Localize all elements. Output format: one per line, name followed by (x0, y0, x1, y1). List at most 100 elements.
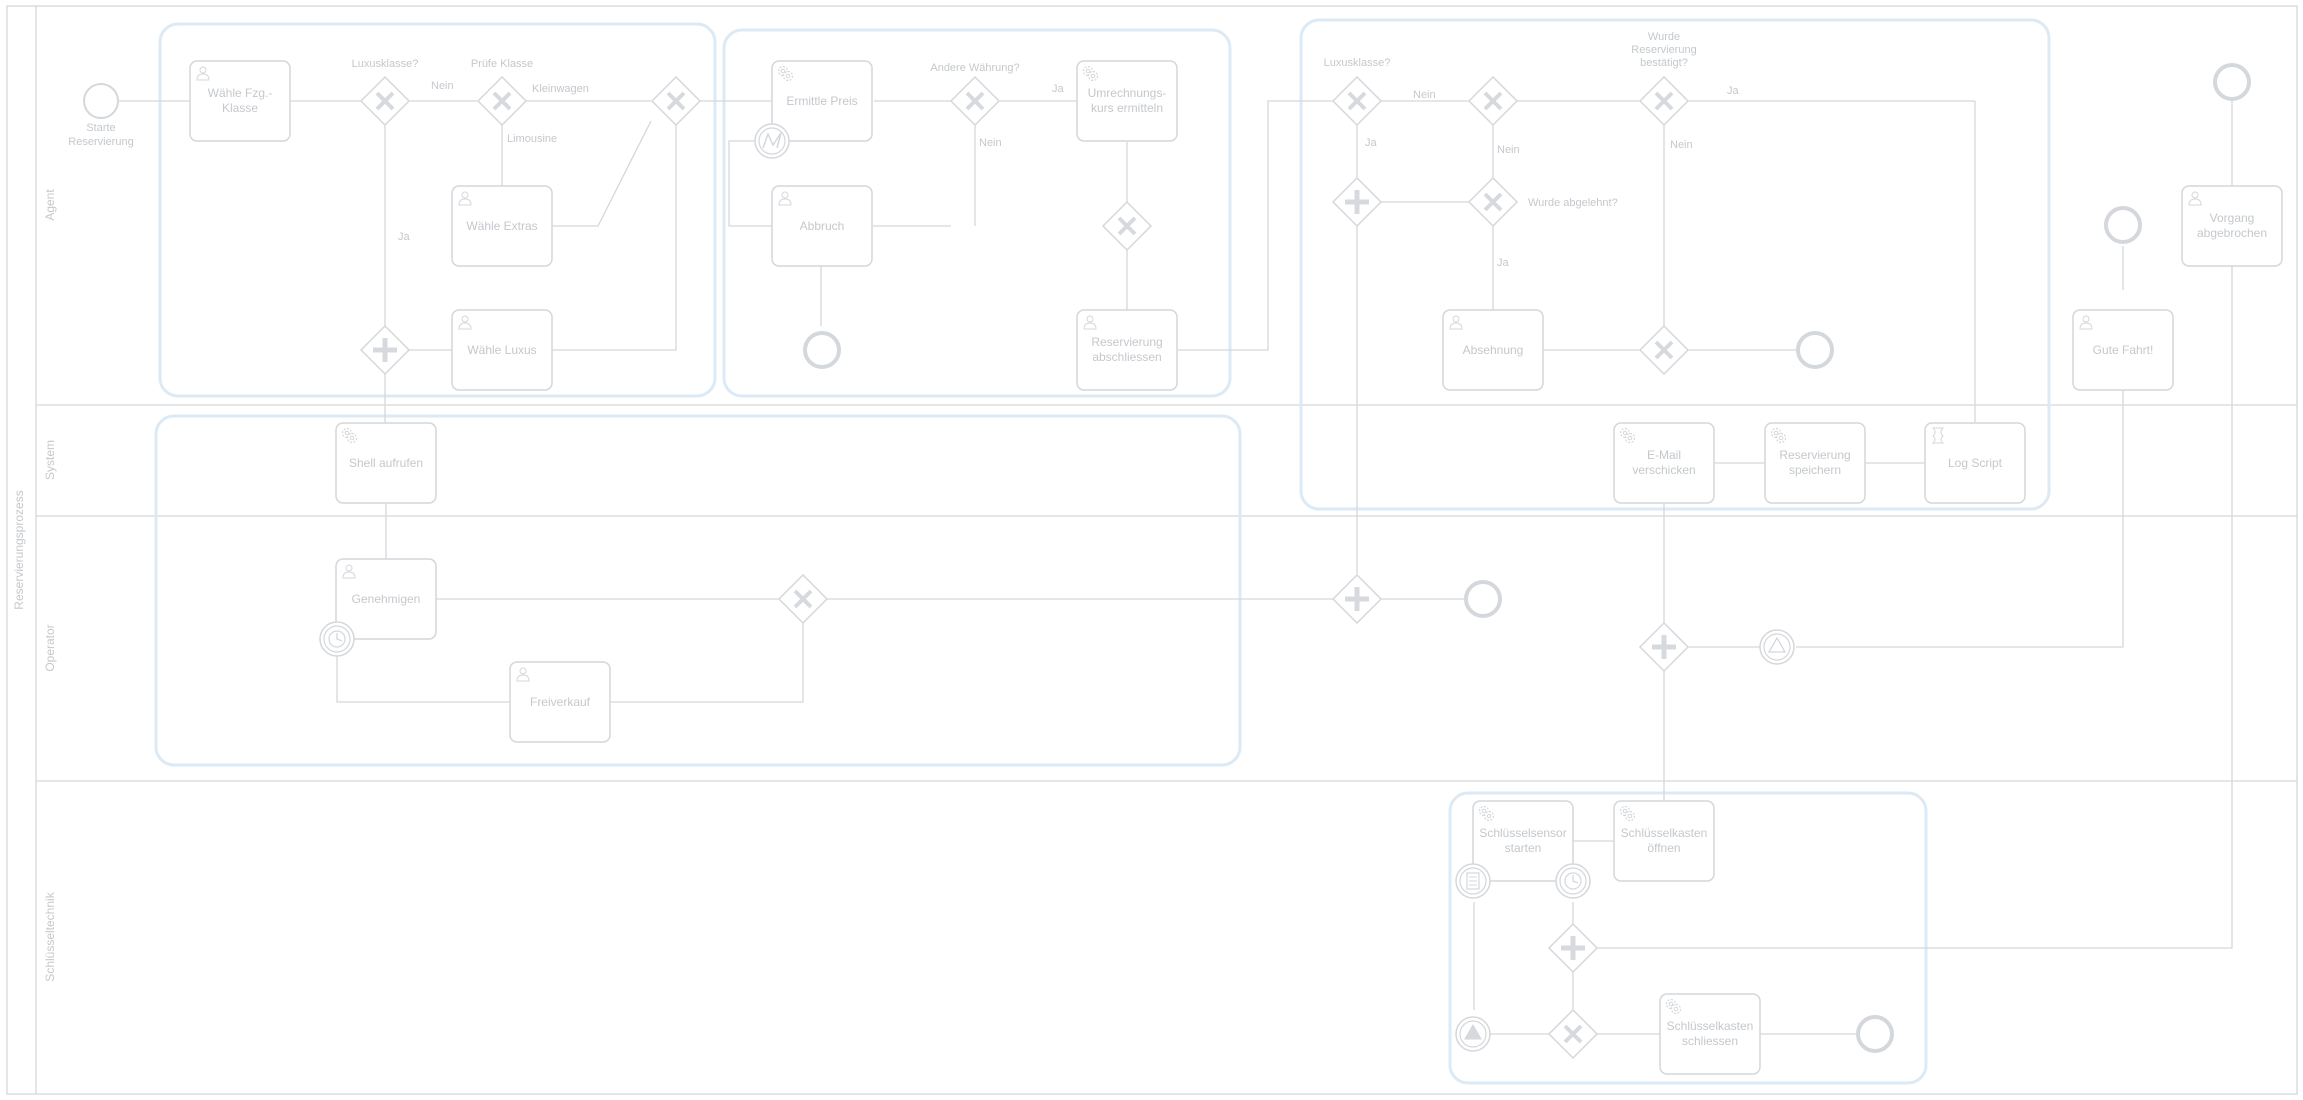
gateway-label: Luxusklasse? (1324, 57, 1391, 69)
task-label: Schlüsselsensor (1479, 826, 1566, 840)
groups (154, 18, 2051, 1085)
task-label: kurs ermitteln (1091, 101, 1163, 115)
gateway-xor-luxusklasse-2[interactable] (1331, 75, 1383, 127)
task-ermittle-preis[interactable]: Ermittle Preis (771, 60, 873, 142)
task-label: E-Mail (1647, 448, 1681, 462)
task-waehle-extras[interactable]: Wähle Extras (451, 185, 553, 267)
end-event-schluessel[interactable] (1856, 1015, 1894, 1053)
end-event-absehnung[interactable] (1796, 331, 1834, 369)
svg-text:Shell aufrufen: Shell aufrufen (349, 456, 423, 470)
gateway-xor-andere-waehrung[interactable] (949, 75, 1001, 127)
task-label: speichern (1789, 463, 1841, 477)
task-freiverkauf[interactable]: Freiverkauf (509, 661, 611, 743)
gateway-xor-schluessel[interactable] (1547, 1008, 1599, 1060)
flow-label: Nein (431, 80, 454, 92)
lane-label-agent: Agent (43, 189, 57, 221)
flow-label: Nein (1413, 89, 1436, 101)
boundary-event-timer-icon[interactable] (319, 621, 355, 657)
task-schluesselkasten-oeffnen[interactable]: Schlüsselkasten öffnen (1613, 800, 1715, 882)
lane-label-system: System (43, 440, 57, 480)
task-label: starten (1505, 841, 1542, 855)
gateway-xor-merge-4[interactable] (1638, 324, 1690, 376)
task-genehmigen[interactable]: Genehmigen (335, 558, 437, 640)
task-shell-aufrufen[interactable]: Shell aufrufen (335, 422, 437, 504)
events (83, 63, 2251, 1053)
gateway-and-email[interactable] (1638, 621, 1690, 673)
boundary-event-timer-icon[interactable] (1555, 863, 1591, 899)
flow-label: Limousine (507, 133, 557, 145)
end-event-gute-fahrt[interactable] (2104, 206, 2142, 244)
flow-label: Ja (1365, 137, 1378, 149)
task-email-verschicken[interactable]: E-Mail verschicken (1613, 422, 1715, 504)
gateway-xor-wurde-bestaetigt[interactable] (1638, 75, 1690, 127)
tasks: Wähle Fzg.-Klasse Wähle Extras Wähle Lux… (189, 60, 2283, 1075)
task-waehle-luxus[interactable]: Wähle Luxus (451, 309, 553, 391)
task-label: abgebrochen (2197, 226, 2267, 240)
svg-text:Abbruch: Abbruch (800, 219, 845, 233)
task-label: Schlüsselkasten (1621, 826, 1708, 840)
pool (6, 5, 2298, 1095)
task-label: Klasse (222, 101, 258, 115)
task-schluesselkasten-schliessen[interactable]: Schlüsselkasten schliessen (1659, 993, 1761, 1075)
task-reservierung-abschliessen[interactable]: Reservierung abschliessen (1076, 309, 1178, 391)
end-event-operator[interactable] (1464, 580, 1502, 618)
start-event[interactable] (83, 83, 119, 119)
gateway-xor-wurde-abgelehnt[interactable] (1467, 176, 1519, 228)
gateway-label: Wurde Reservierung bestätigt? (1631, 31, 1696, 69)
task-label: Wähle Extras (466, 219, 537, 233)
svg-text:Absehnung: Absehnung (1463, 343, 1524, 357)
gateway-label: Wurde abgelehnt? (1528, 197, 1618, 209)
start-event-label: Starte Reservierung (68, 122, 133, 148)
svg-text:Gute Fahrt!: Gute Fahrt! (2093, 343, 2154, 357)
task-log-script[interactable]: Log Script (1924, 422, 2026, 504)
task-label: Reservierung (1779, 448, 1850, 462)
task-label: Freiverkauf (530, 695, 591, 709)
svg-text:Reservierungspeichern: Reservierung speichern (1779, 448, 1850, 477)
task-label: Gute Fahrt! (2093, 343, 2154, 357)
task-schluesselsensor-starten[interactable]: Schlüsselsensor starten (1472, 800, 1574, 882)
gateway-xor-pruefe-klasse[interactable] (476, 75, 528, 127)
task-label: Wähle Fzg.- (208, 86, 273, 100)
gateway-and-operator[interactable] (1331, 573, 1383, 625)
gateway-label: Luxusklasse? (352, 58, 419, 70)
task-label: abschliessen (1092, 350, 1161, 364)
end-event-abbruch[interactable] (803, 331, 841, 369)
svg-text:Wähle Extras: Wähle Extras (466, 219, 537, 233)
gateway-xor-merge-3[interactable] (1467, 75, 1519, 127)
boundary-event-conditional-icon[interactable] (1455, 863, 1491, 899)
gateway-and-luxus-split[interactable] (1331, 176, 1383, 228)
svg-text:Wähle Luxus: Wähle Luxus (467, 343, 536, 357)
gateway-xor-merge-1[interactable] (650, 75, 702, 127)
task-vorgang-abgebrochen[interactable]: Vorgang abgebrochen (2181, 185, 2283, 267)
gateway-xor-luxusklasse-1[interactable] (359, 75, 411, 127)
intermediate-signal-event-icon[interactable] (1759, 629, 1795, 665)
task-absehnung[interactable]: Absehnung (1442, 309, 1544, 391)
gateway-xor-merge-2[interactable] (1101, 200, 1153, 252)
task-label: öffnen (1647, 841, 1680, 855)
flow-label: Ja (1727, 85, 1740, 97)
task-label: Absehnung (1463, 343, 1524, 357)
boundary-event-error-icon[interactable] (754, 123, 790, 159)
gateways (359, 75, 1690, 1060)
task-label: Log Script (1948, 456, 2003, 470)
task-label: Shell aufrufen (349, 456, 423, 470)
svg-text:Ermittle Preis: Ermittle Preis (786, 94, 857, 108)
task-label: Umrechnungs- (1088, 86, 1167, 100)
lane-label-operator: Operator (43, 624, 57, 671)
task-gute-fahrt[interactable]: Gute Fahrt! (2072, 309, 2174, 391)
gateway-and-luxus[interactable] (359, 324, 411, 376)
flow-label: Nein (979, 137, 1002, 149)
flow-label: Ja (1052, 83, 1065, 95)
task-reservierung-speichern[interactable]: Reservierung speichern (1764, 422, 1866, 504)
task-umrechnungskurs-ermitteln[interactable]: Umrechnungs-kurs ermitteln (1076, 60, 1178, 142)
task-label: Vorgang (2210, 211, 2255, 225)
gateway-and-schluessel[interactable] (1547, 922, 1599, 974)
flow-label: Ja (398, 231, 411, 243)
task-waehle-fzg-klasse[interactable]: Wähle Fzg.-Klasse (189, 60, 291, 142)
end-event-vorgang-abgebrochen[interactable] (2213, 63, 2251, 101)
task-label: Abbruch (800, 219, 845, 233)
svg-text:Log Script: Log Script (1948, 456, 2003, 470)
task-abbruch[interactable]: Abbruch (771, 185, 873, 267)
gateway-xor-genehmigung[interactable] (777, 573, 829, 625)
intermediate-signal-throw-icon[interactable] (1455, 1016, 1491, 1052)
